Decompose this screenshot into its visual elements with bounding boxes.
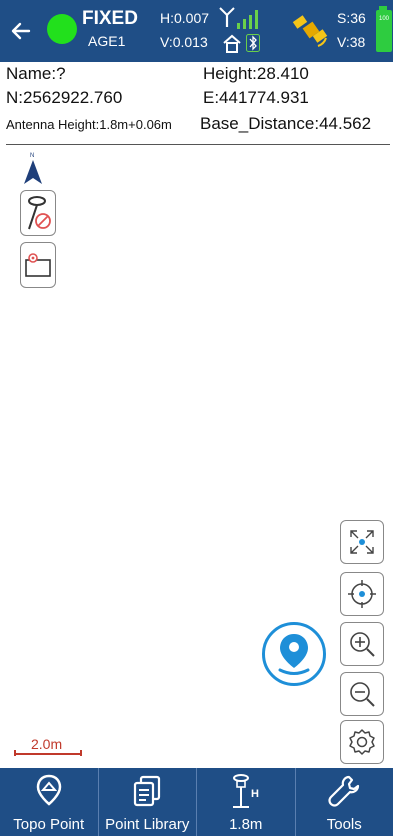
height-value: Height:28.410 [203,64,309,83]
satellites-visible: V:38 [337,34,366,50]
battery-level: 100 [378,16,389,22]
zoom-out-button[interactable] [340,672,384,716]
bluetooth-icon [246,34,260,52]
current-position-button[interactable] [262,622,326,686]
north-coordinate: N:2562922.760 [6,88,123,107]
gnss-receiver-off-icon [28,196,51,230]
nav-topo-point[interactable]: Topo Point [0,768,99,836]
h-precision: H:0.007 [160,10,210,26]
nav-antenna-height[interactable]: H 1.8m [197,768,296,836]
v-precision: V:0.013 [160,34,208,50]
status-bar: FIXED AGE1 H:0.007 V:0.013 S:36 V:38 100 [0,0,393,62]
base-station-icon [223,34,241,53]
bottom-navigation: Topo Point Point Library H 1.8m Tools [0,768,393,836]
fix-status-label: FIXED [82,8,138,29]
back-button[interactable] [6,16,36,46]
info-divider [6,144,390,145]
app-root: FIXED AGE1 H:0.007 V:0.013 S:36 V:38 100… [0,0,393,836]
nav-point-library[interactable]: Point Library [99,768,197,836]
position-info-panel: Name:? Height:28.410 N:2562922.760 E:441… [0,62,393,148]
full-extent-button[interactable] [340,520,384,564]
gear-icon [349,729,375,755]
crosshair-icon [348,580,376,608]
settings-button[interactable] [340,720,384,764]
map-marker-layer-icon [25,253,51,277]
nav-label: Topo Point [13,816,85,833]
wrench-icon [328,775,360,807]
nav-label: Point Library [105,816,190,833]
north-arrow-icon: N [24,153,42,184]
satellite-icon [292,15,328,47]
base-distance: Base_Distance:44.562 [200,114,372,133]
nav-label: Tools [326,816,362,833]
nav-label: 1.8m [229,816,263,833]
antenna-height-icon: H [232,774,259,808]
scale-bar [14,750,82,756]
fix-status-indicator [47,14,77,44]
map-pin-icon [278,634,310,675]
signal-strength-icon [237,10,258,29]
svg-text:N: N [30,153,34,159]
topo-point-icon [36,774,62,806]
east-coordinate: E:441774.931 [203,88,309,107]
disable-rtk-button[interactable] [20,190,56,236]
nav-tools[interactable]: Tools [296,768,393,836]
expand-arrows-icon [350,530,374,554]
zoom-in-button[interactable] [340,622,384,666]
svg-text:H: H [251,788,259,800]
point-name: Name:? [6,64,66,83]
age-label: AGE1 [88,33,126,49]
layer-button[interactable] [20,242,56,288]
antenna-height: Antenna Height:1.8m+0.06m [6,117,172,132]
zoom-in-icon [350,632,375,657]
radio-antenna-icon [219,7,235,27]
arrow-left-icon [11,22,31,40]
locate-button[interactable] [340,572,384,616]
point-library-icon [134,775,161,807]
satellites-used: S:36 [337,10,366,26]
zoom-out-icon [350,682,375,707]
